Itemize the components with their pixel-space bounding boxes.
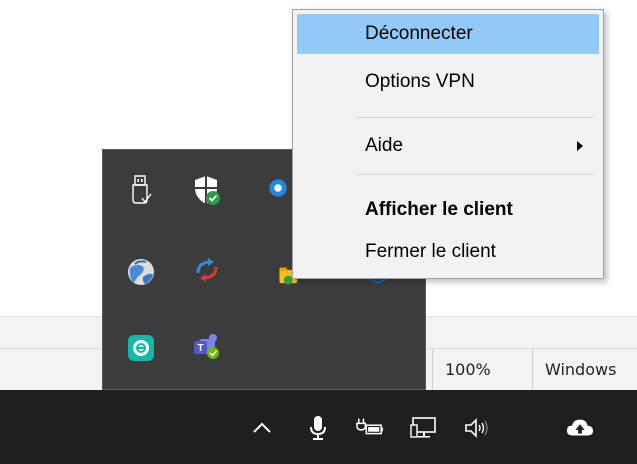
context-menu: Déconnecter Options VPN Aide Afficher le… <box>292 9 604 279</box>
microphone-icon[interactable] <box>304 414 332 442</box>
windows-security-shield-icon[interactable] <box>190 174 222 206</box>
blue-app-icon[interactable] <box>268 172 288 204</box>
menu-item-options-vpn[interactable]: Options VPN <box>297 62 599 102</box>
svg-text:T: T <box>197 343 203 354</box>
submenu-arrow-icon <box>577 141 583 151</box>
zoom-level[interactable]: 100% <box>432 349 532 391</box>
teams-icon[interactable]: T <box>191 330 223 362</box>
volume-icon[interactable] <box>463 414 491 442</box>
menu-separator <box>355 174 595 175</box>
menu-item-aide[interactable]: Aide <box>297 126 599 166</box>
network-icon[interactable] <box>410 414 438 442</box>
usb-drive-icon[interactable] <box>125 174 157 206</box>
chevron-up-icon[interactable] <box>248 414 276 442</box>
menu-item-fermer-le-client[interactable]: Fermer le client <box>297 232 599 272</box>
cloud-upload-icon[interactable] <box>566 414 594 442</box>
menu-separator <box>355 117 595 118</box>
menu-item-deconnecter[interactable]: Déconnecter <box>297 14 599 54</box>
battery-plug-icon[interactable] <box>356 414 384 442</box>
screen: 100% Windows T Déconnecter Options VPN A… <box>0 0 637 464</box>
eset-icon[interactable] <box>125 332 157 364</box>
taskbar <box>0 390 637 464</box>
line-ending[interactable]: Windows <box>532 349 637 391</box>
menu-item-aide-label: Aide <box>365 135 404 156</box>
sync-arrows-icon[interactable] <box>191 254 223 286</box>
globe-vpn-icon[interactable] <box>125 256 157 288</box>
menu-item-afficher-le-client[interactable]: Afficher le client <box>297 190 599 230</box>
